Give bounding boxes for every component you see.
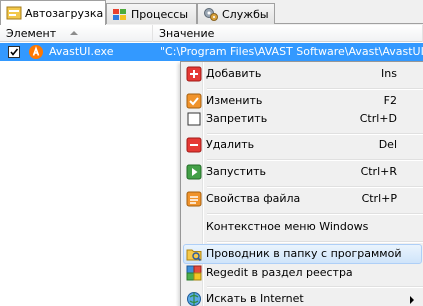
menu-item-delete[interactable]: Удалить Del bbox=[183, 135, 422, 155]
disable-checkbox-icon bbox=[186, 111, 202, 127]
menu-item-search-internet[interactable]: Искать в Internet bbox=[183, 289, 422, 306]
menu-item-properties[interactable]: Свойства файла Ctrl+P bbox=[183, 189, 422, 209]
menu-separator bbox=[207, 186, 423, 187]
table-row[interactable]: AvastUI.exe "C:\Program Files\AVAST Soft… bbox=[0, 43, 423, 61]
tab-startup-label: Автозагрузка bbox=[25, 6, 104, 20]
menu-item-add-shortcut: Ins bbox=[381, 67, 397, 80]
menu-item-properties-shortcut: Ctrl+P bbox=[361, 192, 397, 205]
regedit-icon bbox=[186, 265, 202, 281]
column-header-element-label: Элемент bbox=[6, 27, 57, 40]
menu-item-edit-shortcut: F2 bbox=[383, 94, 397, 107]
column-header-value-label: Значение bbox=[159, 27, 215, 40]
menu-item-run-shortcut: Ctrl+R bbox=[360, 165, 397, 178]
tab-processes-label: Процессы bbox=[131, 7, 189, 21]
menu-separator bbox=[207, 159, 423, 160]
startup-icon bbox=[6, 5, 22, 21]
tab-services-label: Службы bbox=[222, 7, 269, 21]
menu-item-windows-context-menu[interactable]: Контекстное меню Windows bbox=[183, 217, 422, 237]
menu-item-windows-context-menu-label: Контекстное меню Windows bbox=[206, 220, 369, 233]
app-window: Автозагрузка Процессы Службы Элемент Зна… bbox=[0, 0, 423, 306]
properties-icon bbox=[186, 191, 202, 207]
add-icon bbox=[186, 66, 202, 82]
menu-item-add-label: Добавить bbox=[206, 67, 262, 80]
tab-services[interactable]: Службы bbox=[197, 3, 275, 24]
run-icon bbox=[186, 164, 202, 180]
menu-item-add[interactable]: Добавить Ins bbox=[183, 64, 422, 84]
internet-search-icon bbox=[186, 291, 202, 306]
sort-ascending-icon bbox=[69, 31, 78, 35]
menu-separator bbox=[207, 133, 423, 134]
avast-icon bbox=[28, 44, 44, 60]
menu-separator bbox=[207, 88, 423, 89]
menu-separator bbox=[207, 213, 423, 214]
menu-separator bbox=[207, 286, 423, 287]
tab-strip: Автозагрузка Процессы Службы bbox=[0, 0, 423, 25]
menu-item-delete-label: Удалить bbox=[206, 138, 255, 151]
row-name: AvastUI.exe bbox=[49, 45, 114, 58]
list-header: Элемент Значение bbox=[0, 25, 423, 42]
menu-item-run[interactable]: Запустить Ctrl+R bbox=[183, 162, 422, 182]
menu-item-run-label: Запустить bbox=[206, 165, 266, 178]
services-icon bbox=[203, 6, 219, 22]
edit-icon bbox=[186, 93, 202, 109]
menu-item-edit[interactable]: Изменить F2 bbox=[183, 91, 422, 111]
menu-item-delete-shortcut: Del bbox=[378, 138, 397, 151]
explorer-folder-icon bbox=[186, 246, 202, 262]
menu-item-open-folder[interactable]: Проводник в папку с программой bbox=[183, 244, 422, 264]
menu-item-disable-label: Запретить bbox=[206, 112, 268, 125]
menu-separator bbox=[207, 241, 423, 242]
tab-processes[interactable]: Процессы bbox=[106, 3, 197, 24]
context-menu: Добавить Ins Изменить F2 Запретить Ctrl+… bbox=[180, 61, 423, 306]
row-value: "C:\Program Files\AVAST Software\Avast\A… bbox=[160, 45, 423, 58]
menu-item-search-internet-label: Искать в Internet bbox=[206, 292, 304, 305]
menu-item-regedit[interactable]: Regedit в раздел реестра bbox=[183, 263, 422, 283]
menu-item-regedit-label: Regedit в раздел реестра bbox=[206, 266, 353, 279]
column-header-element[interactable]: Элемент bbox=[0, 25, 153, 42]
processes-icon bbox=[112, 6, 128, 22]
delete-icon bbox=[186, 137, 202, 153]
menu-item-properties-label: Свойства файла bbox=[206, 192, 301, 205]
column-header-value[interactable]: Значение bbox=[153, 25, 423, 42]
menu-item-disable[interactable]: Запретить Ctrl+D bbox=[183, 109, 422, 129]
menu-item-open-folder-label: Проводник в папку с программой bbox=[206, 247, 402, 260]
tab-startup[interactable]: Автозагрузка bbox=[0, 0, 106, 25]
menu-item-disable-shortcut: Ctrl+D bbox=[359, 112, 397, 125]
row-checkbox[interactable] bbox=[8, 46, 20, 58]
submenu-arrow-icon bbox=[410, 296, 414, 304]
checkmark-icon bbox=[10, 48, 19, 56]
menu-item-edit-label: Изменить bbox=[206, 94, 263, 107]
